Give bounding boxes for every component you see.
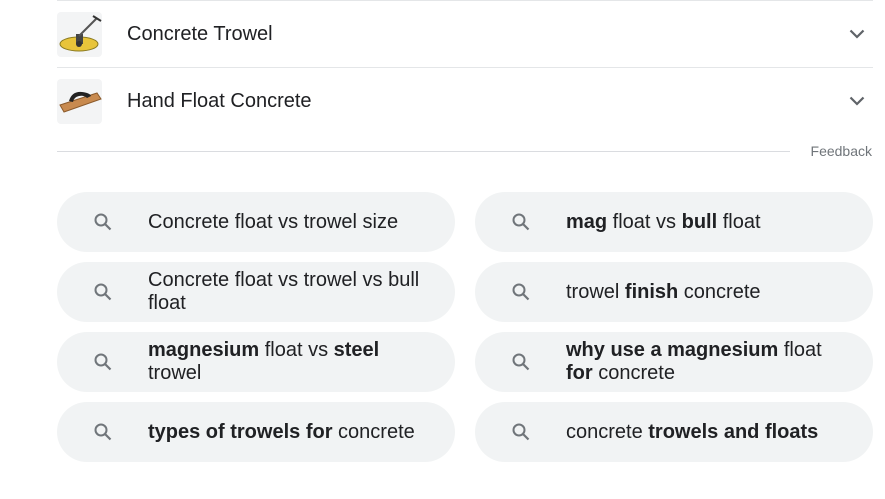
related-searches: Concrete float vs trowel size mag float … bbox=[57, 192, 873, 462]
related-search-chip[interactable]: mag float vs bull float bbox=[475, 192, 873, 252]
related-search-text: magnesium float vs steel trowel bbox=[148, 339, 427, 385]
query-term: concrete bbox=[566, 420, 649, 443]
related-search-text: Concrete float vs trowel vs bull float bbox=[148, 269, 427, 315]
query-term: Concrete float vs trowel size bbox=[148, 210, 399, 233]
chevron-down-icon[interactable] bbox=[845, 89, 869, 113]
related-search-text: Concrete float vs trowel size bbox=[148, 211, 398, 234]
query-term: concrete bbox=[678, 280, 761, 303]
feedback-link[interactable]: Feedback bbox=[811, 143, 872, 159]
bold-query-term: finish bbox=[624, 280, 679, 303]
search-icon bbox=[510, 211, 532, 233]
related-search-chip[interactable]: types of trowels for concrete bbox=[57, 402, 455, 462]
bold-query-term: why use a magnesium bbox=[566, 339, 779, 361]
query-term: float bbox=[778, 339, 822, 361]
related-search-chip[interactable]: trowel finish concrete bbox=[475, 262, 873, 322]
chevron-down-icon[interactable] bbox=[845, 22, 869, 46]
bold-query-term: magnesium bbox=[148, 339, 260, 361]
related-search-chip[interactable]: magnesium float vs steel trowel bbox=[57, 332, 455, 392]
related-search-chip[interactable]: concrete trowels and floats bbox=[475, 402, 873, 462]
query-term: concrete bbox=[332, 420, 415, 443]
section-divider bbox=[57, 151, 790, 152]
related-search-text: trowel finish concrete bbox=[566, 281, 761, 304]
related-search-text: types of trowels for concrete bbox=[148, 421, 415, 444]
query-term: float vs bbox=[259, 339, 334, 361]
related-item-concrete-trowel[interactable]: Concrete Trowel bbox=[57, 1, 873, 68]
search-icon bbox=[92, 351, 114, 373]
bold-query-term: types of trowels for bbox=[148, 420, 333, 443]
bold-query-term: trowels and floats bbox=[648, 420, 819, 443]
search-icon bbox=[510, 421, 532, 443]
search-icon bbox=[92, 281, 114, 303]
query-term: trowel bbox=[148, 362, 202, 384]
query-term: float bbox=[717, 210, 761, 233]
search-icon bbox=[510, 351, 532, 373]
bold-query-term: steel bbox=[333, 339, 380, 361]
related-item-label: Hand Float Concrete bbox=[127, 89, 312, 112]
hand-float-thumbnail bbox=[57, 78, 102, 124]
query-term: trowel bbox=[566, 280, 625, 303]
related-item-label: Concrete Trowel bbox=[127, 22, 273, 45]
bold-query-term: bull bbox=[681, 210, 718, 233]
related-search-chip[interactable]: Concrete float vs trowel vs bull float bbox=[57, 262, 455, 322]
bold-query-term: for bbox=[566, 362, 593, 384]
related-search-chip[interactable]: Concrete float vs trowel size bbox=[57, 192, 455, 252]
related-search-text: mag float vs bull float bbox=[566, 211, 761, 234]
related-search-chip[interactable]: why use a magnesium float for concrete bbox=[475, 332, 873, 392]
query-term: Concrete float vs trowel vs bull float bbox=[148, 269, 420, 314]
query-term: concrete bbox=[592, 362, 675, 384]
related-item-hand-float-concrete[interactable]: Hand Float Concrete bbox=[57, 68, 873, 134]
related-search-text: concrete trowels and floats bbox=[566, 421, 818, 444]
search-icon bbox=[92, 421, 114, 443]
search-icon bbox=[92, 211, 114, 233]
power-trowel-thumbnail bbox=[57, 11, 102, 57]
bold-query-term: mag bbox=[566, 210, 608, 233]
query-term: float vs bbox=[607, 210, 682, 233]
search-icon bbox=[510, 281, 532, 303]
related-search-text: why use a magnesium float for concrete bbox=[566, 339, 845, 385]
